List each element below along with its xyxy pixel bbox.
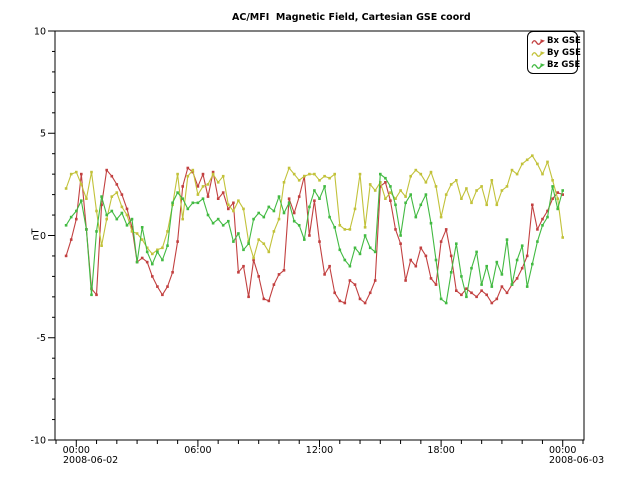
legend-line-marker-icon (531, 48, 546, 59)
x-axis-ticks: 00:0006:0012:0018:0000:00 (56, 440, 583, 456)
x-axis-end-date: 2008-06-03 (549, 455, 604, 466)
legend-label: Bx GSE (547, 36, 581, 46)
x-tick-label: 06:00 (184, 445, 211, 456)
legend-line-marker-icon (531, 36, 546, 47)
legend-entry-by-gse: By GSE (531, 47, 577, 59)
y-tick-label: 10 (34, 26, 46, 37)
y-tick-label: -5 (37, 333, 46, 344)
y-tick-label: 5 (40, 129, 46, 140)
x-tick-label: 12:00 (306, 445, 333, 456)
legend-line-marker-icon (531, 60, 546, 71)
legend-entry-bz-gse: Bz GSE (531, 59, 577, 71)
legend-label: By GSE (547, 48, 581, 58)
legend-entry-bx-gse: Bx GSE (531, 35, 577, 47)
y-axis-label: nT (30, 229, 41, 241)
x-tick-label: 18:00 (427, 445, 454, 456)
y-tick-label: -10 (30, 435, 46, 446)
magnetic-field-plot-page: AC/MFI Magnetic Field, Cartesian GSE coo… (0, 0, 640, 480)
legend-label: Bz GSE (547, 60, 580, 70)
legend: Bx GSEBy GSEBz GSE (527, 31, 578, 74)
series-bx-gse (65, 167, 564, 305)
x-axis-start-date: 2008-06-02 (63, 455, 118, 466)
